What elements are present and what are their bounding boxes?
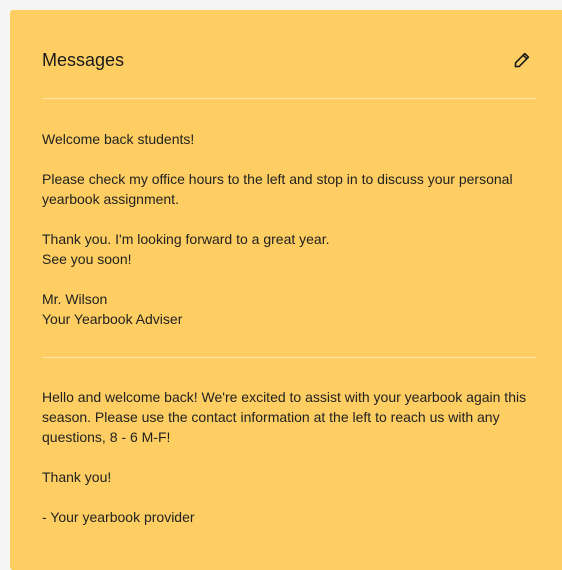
panel-title: Messages [42, 50, 125, 70]
message-signature: Mr. Wilson Your Yearbook Adviser [42, 291, 183, 327]
pencil-icon [514, 52, 530, 68]
message-paragraph: Thank you! [42, 469, 112, 485]
message-paragraph: Thank you. I'm looking forward to a grea… [42, 231, 330, 267]
message-paragraph: Welcome back students! [42, 131, 195, 147]
message-teacher: Welcome back students! Please check my o… [42, 129, 536, 329]
divider [42, 98, 536, 99]
message-paragraph: Hello and welcome back! We're excited to… [42, 389, 527, 445]
message-paragraph: Please check my office hours to the left… [42, 171, 513, 207]
message-provider: Hello and welcome back! We're excited to… [42, 387, 536, 527]
message-signature: - Your yearbook provider [42, 509, 195, 525]
panel-header: Messages [42, 46, 536, 74]
divider [42, 357, 536, 358]
edit-button[interactable] [512, 50, 532, 70]
messages-panel: Messages Welcome back students! Please c… [10, 10, 562, 570]
